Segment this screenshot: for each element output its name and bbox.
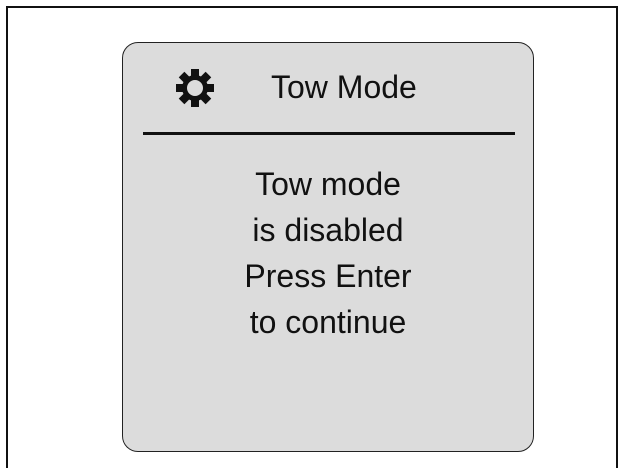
- figure-frame: Tow Mode Tow mode is disabled Press Ente…: [6, 6, 618, 468]
- header-divider: [143, 132, 515, 135]
- message-line: Tow mode: [255, 166, 401, 202]
- gear-icon: [175, 68, 215, 108]
- screen-title: Tow Mode: [271, 69, 417, 105]
- screen-header: Tow Mode: [123, 43, 533, 135]
- message-line: to continue: [249, 304, 407, 340]
- display-screen: Tow Mode Tow mode is disabled Press Ente…: [122, 42, 534, 452]
- message-line: is disabled: [252, 212, 404, 248]
- message-line: Press Enter: [244, 258, 412, 294]
- status-message: Tow mode is disabled Press Enter to cont…: [123, 161, 533, 345]
